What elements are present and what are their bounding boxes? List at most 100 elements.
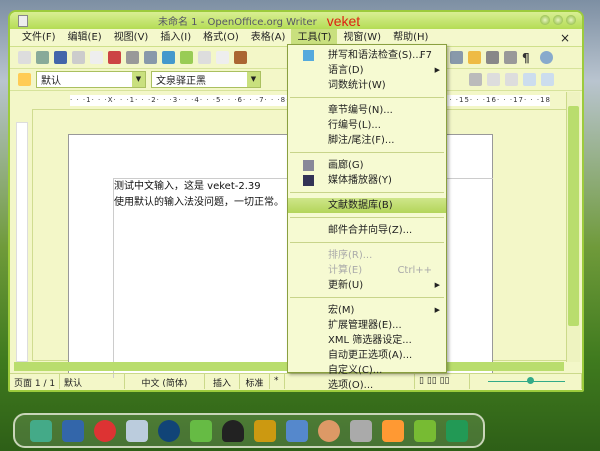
gallery-star-icon[interactable] xyxy=(468,51,481,64)
menu-item[interactable]: XML 筛选器设定... xyxy=(288,333,446,348)
selection-mode[interactable]: 标准 xyxy=(240,374,270,389)
dock-presentation-icon[interactable] xyxy=(286,419,308,442)
increase-indent-icon[interactable] xyxy=(541,73,554,86)
menu-item[interactable]: 拼写和语法检查(S)... F7 xyxy=(288,48,446,63)
language-indicator[interactable]: 中文 (简体) xyxy=(125,374,205,389)
menu-item[interactable]: 扩展管理器(E)... xyxy=(288,318,446,333)
menu-separator xyxy=(290,192,444,193)
paragraph-style-select[interactable]: 默认 ▼ xyxy=(36,71,146,88)
dock-app-icon[interactable] xyxy=(30,419,52,442)
menu-edit[interactable]: 编辑(E) xyxy=(62,29,108,47)
dock-monitor-icon[interactable] xyxy=(62,419,84,442)
autospellcheck-icon[interactable] xyxy=(180,51,193,64)
submenu-arrow-icon: ▶ xyxy=(434,306,440,314)
menu-insert[interactable]: 插入(I) xyxy=(154,29,197,47)
menu-file[interactable]: 文件(F) xyxy=(16,29,62,47)
menu-item[interactable]: 计算(E) Ctrl++ xyxy=(288,263,446,278)
dock-pet-icon[interactable] xyxy=(94,419,116,442)
close-window-button[interactable] xyxy=(566,15,576,25)
menu-item-label: 选项(O)... xyxy=(328,380,374,391)
submenu-arrow-icon: ▶ xyxy=(434,281,440,289)
table-icon[interactable] xyxy=(504,51,517,64)
draw-icon[interactable] xyxy=(450,51,463,64)
dock-network-icon[interactable] xyxy=(190,419,212,442)
scrollbar-thumb[interactable] xyxy=(568,106,579,326)
menu-item-label: 词数统计(W) xyxy=(328,80,386,91)
menu-item[interactable]: 画廊(G) xyxy=(288,158,446,173)
export-pdf-icon[interactable] xyxy=(108,51,121,64)
email-icon[interactable] xyxy=(72,51,85,64)
save-icon[interactable] xyxy=(54,51,67,64)
dock-camera-icon[interactable] xyxy=(446,419,468,442)
minimize-button[interactable] xyxy=(540,15,550,25)
menu-item[interactable]: 自动更正选项(A)... xyxy=(288,348,446,363)
copy-icon[interactable] xyxy=(216,51,229,64)
title-bar[interactable]: 未命名 1 - OpenOffice.org Writer veket xyxy=(10,12,582,29)
page-style[interactable]: 默认 xyxy=(60,374,125,389)
align-block-icon[interactable] xyxy=(469,73,482,86)
font-name-select[interactable]: 文泉驿正黑 ▼ xyxy=(151,71,261,88)
maximize-button[interactable] xyxy=(553,15,563,25)
menu-item-shortcut: F7 xyxy=(419,50,432,61)
menu-separator xyxy=(290,242,444,243)
vertical-scrollbar[interactable] xyxy=(566,92,580,362)
align-justify-icon[interactable] xyxy=(451,73,464,86)
datasource-icon[interactable] xyxy=(486,51,499,64)
zoom-slider[interactable] xyxy=(470,374,582,389)
dock-music-icon[interactable] xyxy=(158,419,180,442)
menu-item-label: 自动更正选项(A)... xyxy=(328,350,413,361)
menu-table[interactable]: 表格(A) xyxy=(245,29,292,47)
zoom-knob[interactable] xyxy=(526,377,534,384)
vertical-ruler[interactable] xyxy=(16,122,28,362)
dock-notes-icon[interactable] xyxy=(126,419,148,442)
bullets-icon[interactable] xyxy=(505,73,518,86)
menu-item[interactable]: 文献数据库(B) xyxy=(288,198,446,213)
menu-view[interactable]: 视图(V) xyxy=(108,29,155,47)
close-document-button[interactable]: × xyxy=(554,29,576,47)
menu-item-label: 宏(M) xyxy=(328,305,355,316)
spellcheck-icon[interactable] xyxy=(162,51,175,64)
dock-qq-penguin-icon[interactable] xyxy=(222,419,244,442)
menu-separator xyxy=(290,97,444,98)
menu-item[interactable]: 排序(R)... xyxy=(288,248,446,263)
menu-item[interactable]: 更新(U) ▶ xyxy=(288,278,446,293)
menu-item[interactable]: 媒体播放器(Y) xyxy=(288,173,446,188)
menu-item[interactable]: 行编号(L)... xyxy=(288,118,446,133)
dock-help-icon[interactable] xyxy=(414,419,436,442)
zoom-icon[interactable] xyxy=(540,51,553,64)
paste-icon[interactable] xyxy=(234,51,247,64)
menu-item-shortcut: Ctrl++ xyxy=(397,265,432,276)
open-icon[interactable] xyxy=(36,51,49,64)
font-name-value: 文泉驿正黑 xyxy=(156,76,206,87)
menu-item[interactable]: 语言(D) ▶ xyxy=(288,63,446,78)
styles-icon[interactable] xyxy=(18,73,31,86)
insert-mode[interactable]: 插入 xyxy=(205,374,240,389)
brand-label: veket xyxy=(326,12,361,29)
decrease-indent-icon[interactable] xyxy=(523,73,536,86)
edit-file-icon[interactable] xyxy=(90,51,103,64)
new-icon[interactable] xyxy=(18,51,31,64)
menu-item-label: 语言(D) xyxy=(328,65,364,76)
menu-item[interactable]: 词数统计(W) xyxy=(288,78,446,93)
menu-item-label: 画廊(G) xyxy=(328,160,364,171)
menu-format[interactable]: 格式(O) xyxy=(197,29,245,47)
dock-usb-icon[interactable] xyxy=(350,419,372,442)
dock-image-icon[interactable] xyxy=(382,419,404,442)
menu-item[interactable]: 自定义(C)... xyxy=(288,363,446,378)
menu-item[interactable]: 邮件合并向导(Z)... xyxy=(288,223,446,238)
menu-item[interactable]: 选项(O)... xyxy=(288,378,446,393)
menu-item[interactable]: 脚注/尾注(F)... xyxy=(288,133,446,148)
numbering-icon[interactable] xyxy=(487,73,500,86)
dock-book-icon[interactable] xyxy=(254,419,276,442)
print-preview-icon[interactable] xyxy=(144,51,157,64)
paragraph-style-value: 默认 xyxy=(41,76,61,87)
print-icon[interactable] xyxy=(126,51,139,64)
dock xyxy=(13,413,485,448)
formatting-marks-icon[interactable]: ¶ xyxy=(522,51,535,65)
menu-item[interactable]: 宏(M) ▶ xyxy=(288,303,446,318)
window-title: 未命名 1 - OpenOffice.org Writer xyxy=(158,17,317,28)
menu-item[interactable]: 章节编号(N)... xyxy=(288,103,446,118)
menu-item-label: 拼写和语法检查(S)... xyxy=(328,50,422,61)
cut-icon[interactable] xyxy=(198,51,211,64)
dock-paint-icon[interactable] xyxy=(318,419,340,442)
